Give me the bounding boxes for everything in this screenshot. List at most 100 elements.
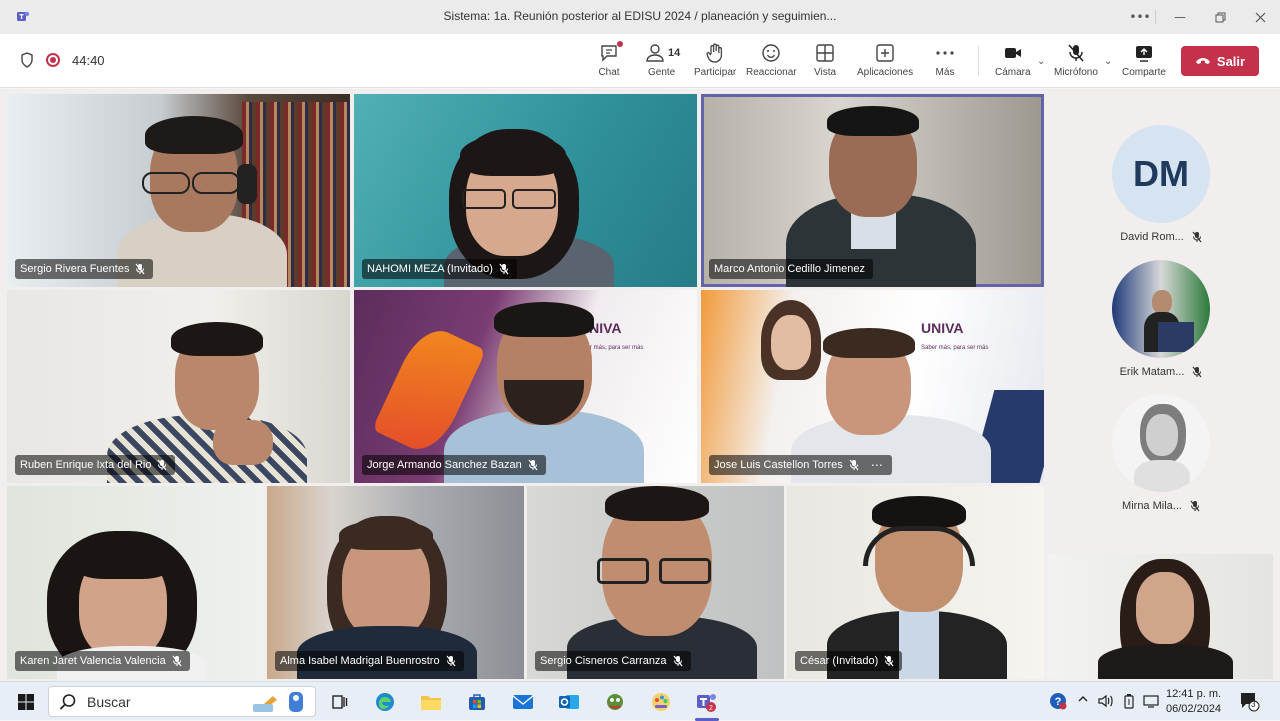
share-button[interactable]: Comparte <box>1122 42 1166 78</box>
tile-more-options-icon[interactable]: ⋯ <box>871 458 884 472</box>
window-title: Sistema: 1a. Reunión posterior al EDISU … <box>443 9 837 23</box>
microphone-button[interactable]: Micrófono <box>1054 42 1098 78</box>
podium <box>1158 322 1194 352</box>
people-icon <box>645 44 664 62</box>
chat-button[interactable]: Chat <box>598 42 620 78</box>
participant-name-tag: Jose Luis Castellon Torres ⋯ <box>709 455 892 475</box>
help-icon[interactable]: ? <box>1048 691 1068 714</box>
camera-button[interactable]: Cámara <box>995 42 1031 78</box>
meeting-toolbar: 44:40 Chat Gente 14 Participar Reacciona… <box>0 34 1280 88</box>
volume-icon[interactable] <box>1097 693 1115 712</box>
taskbar-teams-button[interactable]: 2 <box>695 690 719 714</box>
share-screen-icon <box>1135 46 1152 62</box>
video-tile[interactable]: Sergio Rivera Fuentes <box>7 94 350 287</box>
mic-muted-icon <box>673 655 683 667</box>
windows-taskbar: Buscar 2 ? 12:41 p. m. 06/02/2024 3 <box>0 681 1280 721</box>
view-button[interactable]: Vista <box>814 42 836 78</box>
windows-logo-icon <box>18 694 34 710</box>
task-view-button[interactable] <box>327 690 351 714</box>
notifications-icon[interactable]: 3 <box>1238 690 1260 715</box>
react-button[interactable]: Reaccionar <box>746 42 797 78</box>
recording-icon <box>46 53 60 67</box>
self-view-tile[interactable] <box>1048 554 1273 679</box>
video-tile[interactable]: UNIVA Saber más, para ser más Jorge Arma… <box>354 290 697 483</box>
mic-muted-icon <box>849 459 859 471</box>
more-actions-button[interactable]: Más <box>934 42 956 78</box>
video-tile[interactable]: César (Invitado) <box>787 486 1044 679</box>
mic-muted-icon <box>1192 231 1202 243</box>
network-icon[interactable] <box>1143 693 1159 712</box>
clock-time: 12:41 p. m. <box>1166 688 1222 700</box>
video-tile[interactable]: UNIVA Saber más, para ser más Jose Luis … <box>701 290 1044 483</box>
meeting-timer: 44:40 <box>72 52 105 68</box>
battery-icon[interactable] <box>1122 693 1136 712</box>
task-view-icon <box>332 695 348 709</box>
teams-icon: 2 <box>697 694 716 712</box>
taskbar-file-explorer-button[interactable] <box>419 690 443 714</box>
people-count: 14 <box>668 47 681 59</box>
taskbar-mail-button[interactable] <box>511 690 535 714</box>
video-tile[interactable]: Alma Isabel Madrigal Buenrostro <box>267 486 524 679</box>
mic-muted-icon <box>499 263 509 275</box>
avatar: DM <box>1112 125 1210 223</box>
search-highlight-illustration <box>249 690 307 714</box>
creature-app-icon <box>607 694 623 710</box>
participant-name-tag: Alma Isabel Madrigal Buenrostro <box>275 651 464 671</box>
apps-button[interactable]: Aplicaciones <box>857 42 913 78</box>
leave-button[interactable]: Salir <box>1181 46 1259 76</box>
chat-unread-dot <box>617 41 623 47</box>
edge-icon <box>376 693 394 711</box>
shield-icon <box>21 52 33 68</box>
mic-muted-icon <box>135 263 145 275</box>
mic-muted-icon <box>528 459 538 471</box>
mic-muted-icon <box>1190 500 1200 512</box>
mic-options-chevron-icon[interactable]: ⌄ <box>1104 56 1112 67</box>
hang-up-icon <box>1195 58 1210 64</box>
more-icon[interactable]: ••• <box>1120 0 1160 34</box>
taskbar-game-app-button[interactable] <box>603 690 627 714</box>
taskbar-outlook-button[interactable] <box>557 690 581 714</box>
avatar <box>1112 394 1210 492</box>
taskbar-clock[interactable]: 12:41 p. m. 06/02/2024 <box>1166 687 1221 717</box>
headset <box>237 164 257 204</box>
participant-name-tag: Jorge Armando Sanchez Bazan <box>362 455 546 475</box>
taskbar-store-button[interactable] <box>465 690 489 714</box>
close-icon[interactable] <box>1240 0 1280 34</box>
video-stage: Sergio Rivera Fuentes NAHOMI MEZA (Invit… <box>0 89 1280 681</box>
participant-name-tag: Ruben Enrique Ixta del Rio <box>15 455 176 475</box>
toolbar-separator <box>978 46 979 76</box>
video-tile[interactable]: Karen Jaret Valencia Valencia <box>7 486 264 679</box>
video-tile-active-speaker[interactable]: Marco Antonio Cedillo Jimenez <box>701 94 1044 287</box>
participant-name-tag: Sergio Rivera Fuentes <box>15 259 154 279</box>
taskbar-search-box[interactable]: Buscar <box>48 686 316 717</box>
raise-hand-button[interactable]: Participar <box>694 42 736 78</box>
video-tile[interactable]: NAHOMI MEZA (Invitado) <box>354 94 697 287</box>
tray-overflow-chevron-icon[interactable] <box>1077 693 1089 708</box>
sidebar-participant[interactable]: Erik Matam... <box>1112 260 1210 378</box>
video-tile[interactable]: Ruben Enrique Ixta del Rio <box>7 290 350 483</box>
folder-icon <box>421 696 441 710</box>
taskbar-paint-app-button[interactable] <box>649 690 673 714</box>
participant-name-tag: Sergio Cisneros Carranza <box>535 651 691 671</box>
participant-name-tag: Marco Antonio Cedillo Jimenez <box>709 259 874 279</box>
sidebar-participant[interactable]: DM David Rom... <box>1112 125 1210 243</box>
restore-icon[interactable] <box>1200 0 1240 34</box>
sidebar-participant[interactable]: Mirna Mila... <box>1112 394 1210 512</box>
clock-date: 06/02/2024 <box>1166 703 1222 715</box>
add-app-icon <box>876 44 894 62</box>
mic-muted-icon <box>172 655 182 667</box>
ellipsis-icon <box>936 51 954 55</box>
grid-view-icon <box>816 44 834 62</box>
participant-name-tag: Karen Jaret Valencia Valencia <box>15 651 190 671</box>
smiley-icon <box>762 44 780 62</box>
avatar <box>1112 260 1210 358</box>
taskbar-edge-button[interactable] <box>373 690 397 714</box>
mic-muted-icon <box>158 459 167 471</box>
video-tile[interactable]: Sergio Cisneros Carranza <box>527 486 784 679</box>
start-button[interactable] <box>14 690 38 714</box>
person-hair <box>145 116 243 154</box>
minimize-icon[interactable]: — <box>1160 0 1200 34</box>
participant-name-tag: César (Invitado) <box>795 651 903 671</box>
store-icon <box>469 694 485 710</box>
camera-options-chevron-icon[interactable]: ⌄ <box>1037 56 1045 67</box>
